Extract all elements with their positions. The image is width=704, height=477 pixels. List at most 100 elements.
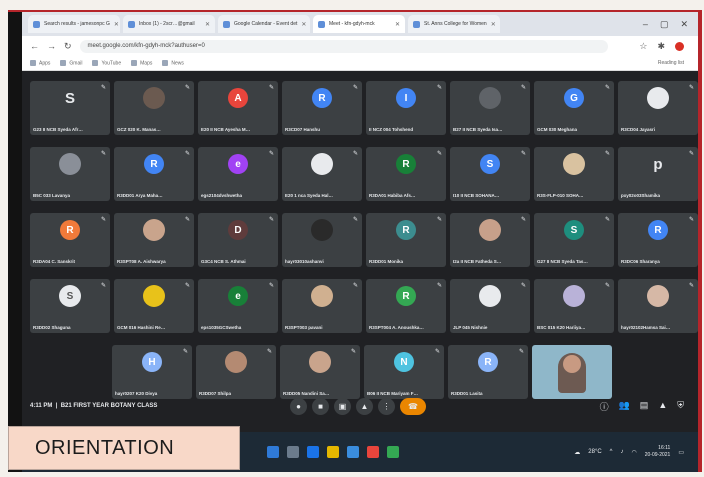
participant-name: R3CD07 Hanshu bbox=[285, 127, 321, 132]
close-icon[interactable]: ✕ bbox=[680, 19, 688, 30]
speaker-icon[interactable]: ♪ bbox=[621, 449, 624, 455]
captions-icon[interactable]: ▣ bbox=[334, 397, 351, 415]
app-icon[interactable] bbox=[387, 446, 399, 458]
store-icon[interactable] bbox=[347, 446, 359, 458]
end-call-button[interactable]: ☎ bbox=[400, 397, 426, 415]
participant-tile[interactable]: H ✎ hayr0207 K20 Divya bbox=[112, 345, 192, 399]
tab-close-icon[interactable]: ✕ bbox=[491, 21, 496, 28]
participant-tile[interactable]: I ✎ II NCZ 004 Tohshend bbox=[366, 81, 446, 135]
participant-tile[interactable]: ✎ R3CD04 Jayasri bbox=[618, 81, 698, 135]
browser-tab[interactable]: Meet - kfn-gdyh-mck ✕ bbox=[313, 15, 405, 33]
browser-tab[interactable]: Google Calendar - Event det ✕ bbox=[218, 15, 310, 33]
participant-tile[interactable]: ✎ B27 II NCB Syeda Isa… bbox=[450, 81, 530, 135]
participant-tile[interactable]: N ✎ B06 II NCB Mariyam F… bbox=[364, 345, 444, 399]
muted-mic-icon: ✎ bbox=[688, 151, 694, 157]
tab-close-icon[interactable]: ✕ bbox=[395, 21, 400, 28]
more-options-icon[interactable]: ⋮ bbox=[378, 397, 395, 415]
participant-tile[interactable]: ✎ GCM 016 Hashini Re… bbox=[114, 279, 194, 333]
participant-name: B5C 033 Lavanya bbox=[33, 193, 71, 198]
self-video-face bbox=[563, 355, 581, 373]
participant-tile[interactable]: ✎ B5C 033 Lavanya bbox=[30, 147, 110, 201]
participant-tile[interactable]: ✎ R3SPT003 pavani bbox=[282, 279, 362, 333]
browser-tab[interactable]: St. Anns College for Women ✕ bbox=[408, 15, 500, 33]
task-view-icon[interactable] bbox=[287, 446, 299, 458]
participant-tile[interactable]: R ✎ R3SPT004 A. Anoushka… bbox=[366, 279, 446, 333]
participant-tile[interactable]: R ✎ R3DD01 Lasita bbox=[448, 345, 528, 399]
bookmark-item[interactable]: Maps bbox=[131, 59, 152, 66]
extensions-icon[interactable]: ✱ bbox=[657, 41, 665, 52]
bookmark-item[interactable]: News bbox=[162, 59, 184, 66]
reload-icon[interactable]: ↻ bbox=[64, 41, 72, 52]
participant-tile[interactable]: R ✎ R3DD01 Monika bbox=[366, 213, 446, 267]
url-input[interactable]: meet.google.com/kfn-gdyh-mck?authuser=0 bbox=[79, 39, 608, 53]
chevron-up-icon[interactable]: ^ bbox=[610, 449, 613, 455]
participant-tile[interactable]: R ✎ R3DA04 C. Sanskrit bbox=[30, 213, 110, 267]
participant-name: R3SPT004 A. Anoushka… bbox=[369, 325, 424, 330]
camera-icon[interactable]: ■ bbox=[312, 397, 329, 415]
participant-tile[interactable]: ✎ R3DD07 Shilpa bbox=[196, 345, 276, 399]
edge-icon[interactable] bbox=[307, 446, 319, 458]
muted-mic-icon: ✎ bbox=[436, 283, 442, 289]
windows-start-icon[interactable] bbox=[267, 446, 279, 458]
participant-tile[interactable]: G ✎ GCM 030 Meghana bbox=[534, 81, 614, 135]
participant-tile[interactable]: S ✎ G27 II NCB Syeda Tas… bbox=[534, 213, 614, 267]
participant-tile[interactable]: S ✎ R3DD02 Shaguna bbox=[30, 279, 110, 333]
participant-tile[interactable]: ✎ GCZ 020 K. Manas… bbox=[114, 81, 194, 135]
bookmark-item[interactable]: Gmail bbox=[60, 59, 82, 66]
participant-tile[interactable]: R ✎ R3DA01 Habiba Afs… bbox=[366, 147, 446, 201]
tab-close-icon[interactable]: ✕ bbox=[205, 21, 210, 28]
participant-tile[interactable]: ✎ BSC 015 K20 Hariiya… bbox=[534, 279, 614, 333]
maximize-icon[interactable]: ▢ bbox=[660, 19, 669, 30]
browser-tab[interactable]: Search results - jamesonpc G ✕ bbox=[28, 15, 120, 33]
chrome-icon[interactable] bbox=[367, 446, 379, 458]
chat-icon[interactable]: ▤ bbox=[640, 400, 649, 413]
participant-tile[interactable]: e ✎ egs2104dvshwetha bbox=[198, 147, 278, 201]
meeting-title: B21 FIRST YEAR BOTANY CLASS bbox=[60, 403, 158, 409]
participant-tile[interactable]: D ✎ G3C4 NCB S. Athmai bbox=[198, 213, 278, 267]
clock[interactable]: 16:11 20-09-2021 bbox=[645, 445, 671, 459]
participant-tile[interactable]: p ✎ pxy02o03Shamika bbox=[618, 147, 698, 201]
participant-tile[interactable]: S ✎ G23 II NCB Syeda Afr… bbox=[30, 81, 110, 135]
participant-tile[interactable]: e ✎ eps1035GCSwetha bbox=[198, 279, 278, 333]
activities-icon[interactable]: ▲ bbox=[658, 400, 667, 413]
star-icon[interactable]: ☆ bbox=[639, 41, 647, 52]
file-explorer-icon[interactable] bbox=[327, 446, 339, 458]
participant-tile[interactable]: ✎ hayr03010ashanvi bbox=[282, 213, 362, 267]
browser-tab[interactable]: Inbox (1) - 2scr…@gmail ✕ bbox=[123, 15, 215, 33]
wifi-icon[interactable]: ◠ bbox=[632, 449, 637, 456]
bookmark-item[interactable]: Apps bbox=[30, 59, 50, 66]
people-icon[interactable]: 👥 bbox=[619, 400, 630, 413]
microphone-icon[interactable]: ● bbox=[290, 397, 307, 415]
participant-tile[interactable]: R ✎ R3DC06 Sharanya bbox=[618, 213, 698, 267]
tab-close-icon[interactable]: ✕ bbox=[301, 21, 306, 28]
host-controls-icon[interactable]: ⛨ bbox=[677, 400, 684, 413]
participant-tile[interactable]: ✎ E20 1 nca Syeda Hal… bbox=[282, 147, 362, 201]
notifications-icon[interactable]: ▭ bbox=[678, 449, 684, 456]
self-video-tile[interactable] bbox=[532, 345, 612, 399]
tab-close-icon[interactable]: ✕ bbox=[114, 21, 119, 28]
participant-tile[interactable]: R ✎ R3CD07 Hanshu bbox=[282, 81, 362, 135]
participant-tile[interactable]: R ✎ R3DD01 Arya Maha… bbox=[114, 147, 194, 201]
participant-tile[interactable]: S ✎ I10 II NCB SOHANA… bbox=[450, 147, 530, 201]
present-icon[interactable]: ▲ bbox=[356, 397, 373, 415]
participant-avatar: R bbox=[396, 154, 416, 174]
participant-name: R3DA04 C. Sanskrit bbox=[33, 259, 76, 264]
muted-mic-icon: ✎ bbox=[268, 151, 274, 157]
profile-avatar[interactable] bbox=[675, 41, 684, 51]
muted-mic-icon: ✎ bbox=[100, 217, 106, 223]
minimize-icon[interactable]: – bbox=[643, 19, 648, 30]
forward-icon[interactable]: → bbox=[47, 41, 56, 51]
bookmark-item[interactable]: YouTube bbox=[92, 59, 121, 66]
participant-tile[interactable]: ✎ R3S-FLP-010 SOHA… bbox=[534, 147, 614, 201]
participant-tile[interactable]: ✎ I2a II NCB Fatheda S… bbox=[450, 213, 530, 267]
reading-list-button[interactable]: Reading list bbox=[658, 60, 698, 66]
bookmarks-bar: Apps Gmail YouTube Maps News Reading list bbox=[22, 56, 698, 71]
back-icon[interactable]: ← bbox=[30, 41, 39, 51]
participant-tile[interactable]: ✎ R3DD05 Nandini Sa… bbox=[280, 345, 360, 399]
participant-tile[interactable]: ✎ hayr02102Hamsa Sai… bbox=[618, 279, 698, 333]
participant-tile[interactable]: ✎ JLP 045 Nishnie bbox=[450, 279, 530, 333]
info-icon[interactable]: ⓘ bbox=[600, 400, 609, 413]
participant-tile[interactable]: ✎ R3SPT08 A. Aishwarya bbox=[114, 213, 194, 267]
participant-tile[interactable]: A ✎ E20 II NCB Ayesha M… bbox=[198, 81, 278, 135]
weather-icon[interactable]: ☁ bbox=[574, 449, 580, 456]
